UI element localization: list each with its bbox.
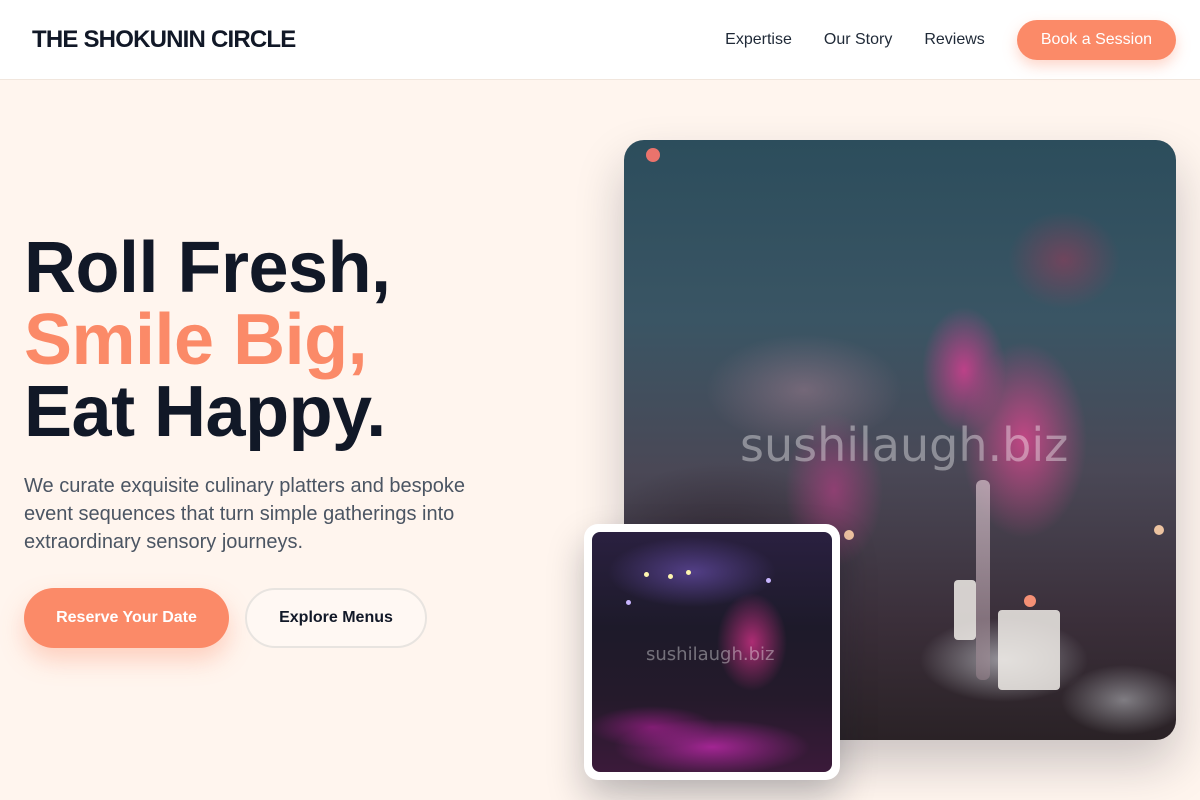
book-session-button[interactable]: Book a Session [1016,19,1176,60]
bokeh-light [844,530,854,540]
stage-light [686,570,691,575]
headline-line-3: Eat Happy. [24,372,386,452]
explore-menus-button[interactable]: Explore Menus [245,588,427,648]
stage-light [626,600,631,605]
stage-light [644,572,649,577]
headline-line-2-accent: Smile Big, [24,300,368,380]
venue-inset-image: sushilaugh.biz [592,532,832,772]
hero-heading-block: Roll Fresh, Smile Big, Eat Happy. [24,232,544,448]
nav-link-expertise[interactable]: Expertise [725,31,792,49]
bokeh-light [1154,525,1164,535]
bokeh-light [1024,595,1036,607]
image-watermark: sushilaugh.biz [740,418,1069,472]
headline-line-1: Roll Fresh, [24,228,391,308]
bokeh-light [646,148,660,162]
image-watermark: sushilaugh.biz [646,644,775,665]
stage-light [766,578,771,583]
reserve-date-button[interactable]: Reserve Your Date [24,588,229,648]
stage-light [668,574,673,579]
hero-headline: Roll Fresh, Smile Big, Eat Happy. [24,232,544,448]
hero-description: We curate exquisite culinary platters an… [24,475,465,553]
venue-inset-photo: sushilaugh.biz [584,524,840,780]
site-header: THE SHOKUNIN CIRCLE Expertise Our Story … [0,0,1200,80]
candle [954,580,976,640]
vase-stem [976,480,990,680]
nav-link-our-story[interactable]: Our Story [824,31,892,49]
candle [998,610,1060,690]
nav-link-reviews[interactable]: Reviews [924,31,984,49]
main-nav: Expertise Our Story Reviews Book a Sessi… [725,19,1176,60]
brand-logo[interactable]: THE SHOKUNIN CIRCLE [32,26,296,54]
